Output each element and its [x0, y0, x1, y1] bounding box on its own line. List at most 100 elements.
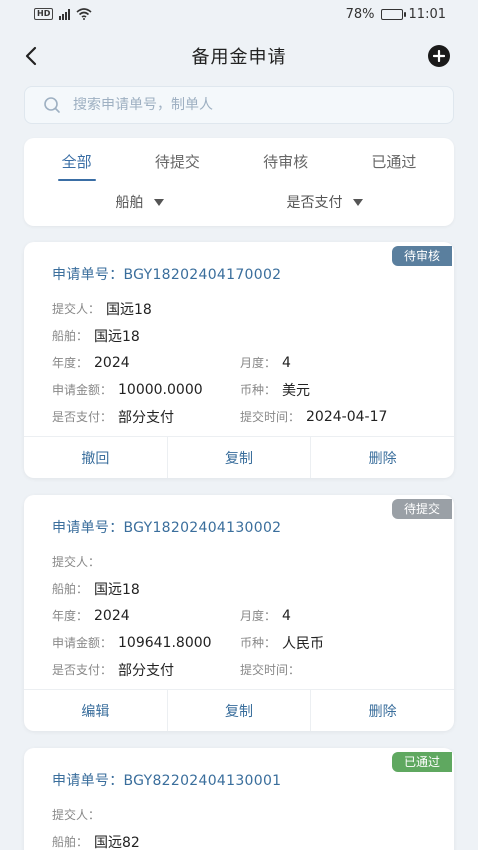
copy-button[interactable]: 复制 — [166, 437, 311, 478]
card-actions: 撤回 复制 删除 — [24, 436, 454, 478]
paid-value: 部分支付 — [118, 662, 175, 679]
amount-value: 10000.0000 — [118, 381, 203, 398]
edit-button[interactable]: 编辑 — [24, 690, 167, 731]
payment-row: 是否支付： 部分支付 提交时间： — [52, 656, 426, 683]
submit-time-label: 提交时间： — [240, 663, 301, 677]
search-input[interactable] — [73, 97, 413, 113]
copy-button[interactable]: 复制 — [166, 690, 311, 731]
order-number-label: 申请单号： — [52, 773, 124, 789]
submitter-label: 提交人： — [52, 302, 101, 316]
delete-button[interactable]: 删除 — [310, 690, 454, 731]
paid-label: 是否支付： — [52, 663, 113, 677]
ship-label: 船舶： — [52, 582, 89, 596]
submit-time-label: 提交时间： — [240, 410, 301, 424]
ship-row: 船舶： 国远18 — [52, 575, 426, 602]
chevron-left-icon — [25, 46, 37, 66]
ship-filter-dropdown[interactable]: 船舶 — [116, 192, 164, 212]
order-number: BGY82202404130001 — [123, 773, 282, 789]
tab-pending-submit[interactable]: 待提交 — [151, 145, 204, 178]
search-box[interactable] — [24, 86, 454, 124]
month-label: 月度： — [240, 356, 277, 370]
ship-row: 船舶： 国远82 — [52, 828, 426, 850]
hd-badge: HD — [34, 8, 54, 20]
year-value: 2024 — [94, 607, 130, 624]
ship-row: 船舶： 国远18 — [52, 322, 426, 349]
add-button[interactable] — [428, 45, 450, 67]
paid-label: 是否支付： — [52, 410, 113, 424]
search-icon — [44, 97, 60, 113]
card-actions: 编辑 复制 删除 — [24, 689, 454, 731]
clock: 11:01 — [408, 6, 446, 22]
caret-down-icon — [352, 198, 363, 206]
status-badge: 已通过 — [391, 752, 452, 772]
tab-pending-review[interactable]: 待审核 — [259, 145, 312, 178]
amount-row: 申请金额： 109641.8000 币种： 人民币 — [52, 629, 426, 656]
ship-value: 国远82 — [94, 834, 140, 850]
submitter-row: 提交人： — [52, 548, 426, 575]
filter-dropdowns: 船舶 是否支付 — [24, 184, 454, 220]
caret-down-icon — [153, 198, 164, 206]
app-header: 备用金申请 — [0, 34, 478, 78]
status-badge: 待审核 — [391, 246, 452, 266]
application-card[interactable]: 待审核 申请单号：BGY18202404170002 提交人： 国远18 船舶： 国… — [24, 242, 454, 478]
order-number: BGY18202404130002 — [123, 520, 282, 536]
application-card[interactable]: 待提交 申请单号：BGY18202404130002 提交人： 船舶： 国远18 … — [24, 495, 454, 731]
order-number-line: 申请单号：BGY18202404170002 — [52, 264, 426, 284]
order-number-label: 申请单号： — [52, 267, 124, 283]
filter-panel: 全部 待提交 待审核 已通过 船舶 是否支付 — [24, 138, 454, 226]
order-number-label: 申请单号： — [52, 520, 124, 536]
amount-value: 109641.8000 — [118, 634, 212, 651]
payment-row: 是否支付： 部分支付 提交时间： 2024-04-17 — [52, 403, 426, 430]
order-number: BGY18202404170002 — [123, 267, 282, 283]
tab-approved[interactable]: 已通过 — [367, 145, 420, 178]
wifi-icon — [76, 8, 92, 20]
card-body: 申请单号：BGY82202404130001 提交人： 船舶： 国远82 — [24, 748, 454, 850]
ship-label: 船舶： — [52, 835, 89, 849]
status-badge: 待提交 — [391, 499, 452, 519]
currency-value: 人民币 — [282, 635, 325, 652]
card-body: 申请单号：BGY18202404170002 提交人： 国远18 船舶： 国远18 … — [24, 242, 454, 430]
order-number-line: 申请单号：BGY18202404130002 — [52, 517, 426, 537]
submitter-row: 提交人： 国远18 — [52, 295, 426, 322]
ship-value: 国远18 — [94, 328, 140, 345]
currency-label: 币种： — [240, 383, 277, 397]
amount-label: 申请金额： — [52, 383, 113, 397]
month-label: 月度： — [240, 609, 277, 623]
submit-time-value: 2024-04-17 — [306, 408, 388, 425]
tab-all[interactable]: 全部 — [57, 145, 96, 181]
page-title: 备用金申请 — [191, 47, 287, 68]
plus-icon — [433, 50, 445, 62]
back-button[interactable] — [20, 44, 44, 68]
status-tabs: 全部 待提交 待审核 已通过 — [24, 138, 454, 184]
delete-button[interactable]: 删除 — [310, 437, 454, 478]
month-value: 4 — [282, 607, 291, 624]
status-left: HD — [34, 8, 92, 20]
paid-value: 部分支付 — [118, 409, 175, 426]
year-label: 年度： — [52, 356, 89, 370]
order-number-line: 申请单号：BGY82202404130001 — [52, 770, 426, 790]
battery-percent: 78% — [345, 6, 375, 22]
submitter-row: 提交人： — [52, 801, 426, 828]
year-label: 年度： — [52, 609, 89, 623]
amount-label: 申请金额： — [52, 636, 113, 650]
paid-filter-dropdown[interactable]: 是否支付 — [287, 192, 363, 212]
submitter-label: 提交人： — [52, 555, 101, 569]
submitter-value: 国远18 — [106, 301, 152, 318]
ship-filter-label: 船舶 — [115, 195, 144, 211]
year-value: 2024 — [94, 354, 130, 371]
currency-label: 币种： — [240, 636, 277, 650]
ship-value: 国远18 — [94, 581, 140, 598]
status-bar: HD 78% 11:01 — [0, 0, 478, 28]
withdraw-button[interactable]: 撤回 — [24, 437, 167, 478]
month-value: 4 — [282, 354, 291, 371]
submitter-label: 提交人： — [52, 808, 101, 822]
paid-filter-label: 是否支付 — [286, 195, 343, 211]
period-row: 年度： 2024 月度： 4 — [52, 602, 426, 629]
signal-icon — [59, 8, 71, 20]
ship-label: 船舶： — [52, 329, 89, 343]
application-card[interactable]: 已通过 申请单号：BGY82202404130001 提交人： 船舶： 国远82 — [24, 748, 454, 850]
currency-value: 美元 — [282, 382, 311, 399]
battery-icon — [380, 8, 406, 20]
card-body: 申请单号：BGY18202404130002 提交人： 船舶： 国远18 年度： 2… — [24, 495, 454, 683]
status-right: 78% 11:01 — [346, 7, 446, 22]
